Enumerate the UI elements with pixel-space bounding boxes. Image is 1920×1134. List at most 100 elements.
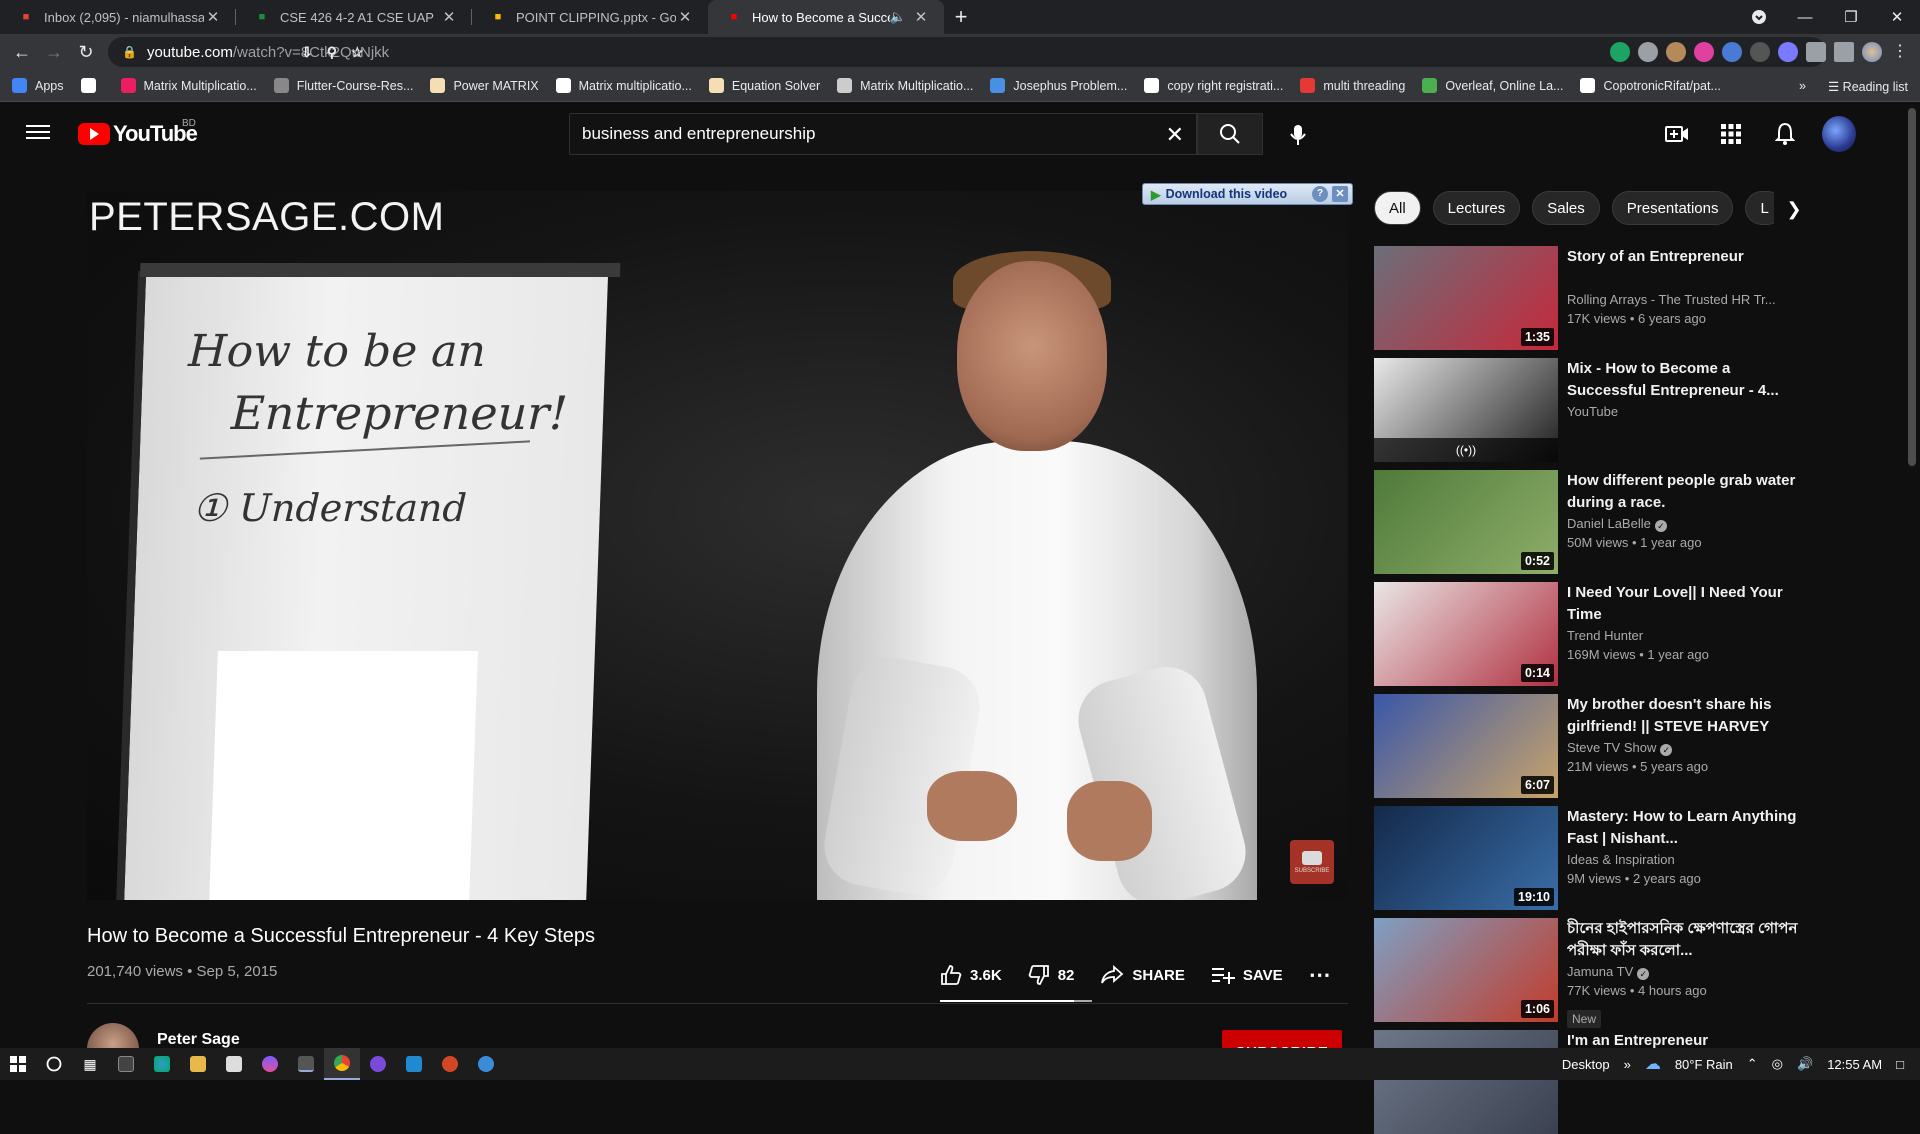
- browser-tab[interactable]: ■ How to Become a Successful🔈 ✕: [708, 0, 944, 34]
- profile-icon[interactable]: [1736, 0, 1782, 34]
- profile-avatar-icon[interactable]: [1862, 42, 1882, 62]
- download-video-button[interactable]: ▶ Download this video ? ✕: [1142, 183, 1353, 205]
- recommended-channel[interactable]: Trend Hunter: [1567, 628, 1803, 643]
- close-tab-icon[interactable]: ✕: [676, 8, 694, 26]
- speaker-icon[interactable]: 🔈: [890, 9, 906, 25]
- bookmark-item[interactable]: Power MATRIX: [430, 78, 539, 93]
- recommended-channel[interactable]: YouTube: [1567, 404, 1803, 419]
- close-tab-icon[interactable]: ✕: [912, 8, 930, 26]
- dislike-button[interactable]: 82: [1028, 964, 1074, 986]
- recommended-video[interactable]: 1:06 চীনের হাইপারসনিক ক্ষেপণাস্ত্রের গোপন…: [1374, 918, 1804, 1028]
- address-bar[interactable]: 🔒 youtube.com/watch?v=8Ctk2QuNjkk ⇩ ⚲ ☆: [108, 37, 1826, 67]
- bookmark-item[interactable]: Flutter-Course-Res...: [273, 78, 413, 93]
- extension-icon[interactable]: [1666, 42, 1686, 62]
- bookmark-item[interactable]: multi threading: [1300, 78, 1405, 93]
- more-bookmarks-icon[interactable]: »: [1799, 79, 1806, 93]
- recommended-channel[interactable]: Daniel LaBelle ✓: [1567, 516, 1803, 532]
- search-button[interactable]: [1197, 113, 1263, 155]
- notifications-button[interactable]: [1768, 114, 1802, 154]
- weather-icon[interactable]: ☁: [1645, 1054, 1661, 1074]
- bookmark-item[interactable]: Josephus Problem...: [990, 78, 1127, 93]
- search-taskbar-button[interactable]: [36, 1048, 72, 1080]
- minimize-button[interactable]: —: [1782, 0, 1828, 34]
- close-window-button[interactable]: ✕: [1874, 0, 1920, 34]
- share-button[interactable]: SHARE: [1100, 965, 1185, 985]
- video-thumbnail[interactable]: 19:10: [1374, 806, 1558, 910]
- reload-button[interactable]: ↻: [70, 36, 102, 68]
- taskbar-app-vscode[interactable]: [396, 1048, 432, 1080]
- recommended-video[interactable]: 1:35 Story of an Entrepreneur Rolling Arra…: [1374, 246, 1804, 350]
- start-button[interactable]: [0, 1048, 36, 1080]
- taskbar-app-purple[interactable]: [360, 1048, 396, 1080]
- recommended-channel[interactable]: Ideas & Inspiration: [1567, 852, 1803, 867]
- back-button[interactable]: ←: [6, 36, 38, 68]
- zoom-icon[interactable]: ⚲: [327, 41, 337, 63]
- bookmark-item[interactable]: CopotronicRifat/pat...: [1580, 78, 1721, 93]
- close-tab-icon[interactable]: ✕: [440, 8, 458, 26]
- recommended-channel[interactable]: Steve TV Show ✓: [1567, 740, 1803, 756]
- filter-chip[interactable]: Lectures: [1432, 191, 1521, 225]
- desktop-toolbar-label[interactable]: Desktop: [1562, 1057, 1610, 1072]
- recommended-video[interactable]: ((•)) Mix - How to Become a Successful En…: [1374, 358, 1804, 462]
- save-button[interactable]: SAVE: [1211, 965, 1283, 985]
- video-thumbnail[interactable]: 6:07: [1374, 694, 1558, 798]
- forward-button[interactable]: →: [38, 36, 70, 68]
- recommended-video[interactable]: 19:10 Mastery: How to Learn Anything Fast…: [1374, 806, 1804, 910]
- taskbar-app-calculator[interactable]: [108, 1048, 144, 1080]
- install-icon[interactable]: ⇩: [301, 41, 313, 63]
- taskbar-app-edge[interactable]: [144, 1048, 180, 1080]
- more-actions-button[interactable]: ⋯: [1309, 962, 1331, 988]
- video-thumbnail[interactable]: 0:14: [1374, 582, 1558, 686]
- recommended-channel[interactable]: Jamuna TV ✓: [1567, 964, 1803, 980]
- weather-text[interactable]: 80°F Rain: [1675, 1057, 1733, 1072]
- bookmark-item[interactable]: Matrix multiplicatio...: [555, 78, 692, 93]
- close-tab-icon[interactable]: ✕: [204, 8, 222, 26]
- video-thumbnail[interactable]: 0:52: [1374, 470, 1558, 574]
- apps-grid-button[interactable]: [1714, 114, 1748, 154]
- recommended-channel[interactable]: Rolling Arrays - The Trusted HR Tr...: [1567, 292, 1803, 307]
- filter-chip[interactable]: All: [1374, 191, 1421, 225]
- chips-next-button[interactable]: ❯: [1774, 191, 1814, 227]
- media-control-icon[interactable]: [1834, 42, 1854, 62]
- clear-search-icon[interactable]: ✕: [1166, 122, 1184, 148]
- page-scrollbar[interactable]: [1904, 102, 1920, 1048]
- create-video-button[interactable]: [1660, 114, 1694, 154]
- video-thumbnail[interactable]: 1:35: [1374, 246, 1558, 350]
- recommended-title[interactable]: How different people grab water during a…: [1567, 470, 1803, 514]
- browser-tab[interactable]: ■ POINT CLIPPING.pptx - Google D✕: [472, 0, 708, 34]
- account-avatar[interactable]: [1822, 114, 1856, 154]
- volume-icon[interactable]: 🔊: [1797, 1056, 1813, 1072]
- subscribe-watermark[interactable]: SUBSCRIBE: [1290, 840, 1334, 884]
- bookmark-item[interactable]: [80, 78, 104, 93]
- youtube-logo[interactable]: YouTube BD: [78, 118, 198, 147]
- taskbar-app-mail[interactable]: [216, 1048, 252, 1080]
- recommended-title[interactable]: Mix - How to Become a Successful Entrepr…: [1567, 358, 1803, 402]
- recommended-title[interactable]: Story of an Entrepreneur: [1567, 246, 1803, 268]
- taskbar-app-camera[interactable]: [468, 1048, 504, 1080]
- grammarly-icon[interactable]: [1610, 42, 1630, 62]
- recommended-title[interactable]: Mastery: How to Learn Anything Fast | Ni…: [1567, 806, 1803, 850]
- recommended-video[interactable]: I'm an Entrepreneur: [1374, 1030, 1804, 1134]
- recommended-title[interactable]: চীনের হাইপারসনিক ক্ষেপণাস্ত্রের গোপন পরী…: [1567, 918, 1803, 962]
- bookmark-star-icon[interactable]: ☆: [351, 41, 364, 63]
- new-tab-button[interactable]: +: [944, 0, 978, 34]
- clock-time[interactable]: 12:55 AM: [1827, 1057, 1882, 1072]
- taskbar-app-chrome[interactable]: [324, 1048, 360, 1080]
- taskbar-app-explorer[interactable]: [180, 1048, 216, 1080]
- like-button[interactable]: 3.6K: [940, 964, 1002, 986]
- taskbar-app-messenger[interactable]: [252, 1048, 288, 1080]
- filter-chip[interactable]: Presentations: [1611, 191, 1734, 225]
- taskbar-app-powerpoint[interactable]: [432, 1048, 468, 1080]
- network-icon[interactable]: ◎: [1772, 1056, 1783, 1072]
- help-icon[interactable]: ?: [1312, 186, 1328, 202]
- video-player[interactable]: How to be an Entrepreneur! ① Understand …: [87, 191, 1348, 900]
- notification-center-icon[interactable]: □: [1896, 1057, 1904, 1072]
- menu-icon[interactable]: [26, 121, 50, 145]
- recommended-video[interactable]: 6:07 My brother doesn't share his girlfri…: [1374, 694, 1804, 798]
- recommended-video[interactable]: 0:14 I Need Your Love|| I Need Your Time T…: [1374, 582, 1804, 686]
- video-thumbnail[interactable]: ((•)): [1374, 358, 1558, 462]
- screen-extension-icon[interactable]: [1750, 42, 1770, 62]
- recommended-title[interactable]: I Need Your Love|| I Need Your Time: [1567, 582, 1803, 626]
- task-view-button[interactable]: ▦: [72, 1048, 108, 1080]
- channel-name[interactable]: Peter Sage: [157, 1031, 240, 1049]
